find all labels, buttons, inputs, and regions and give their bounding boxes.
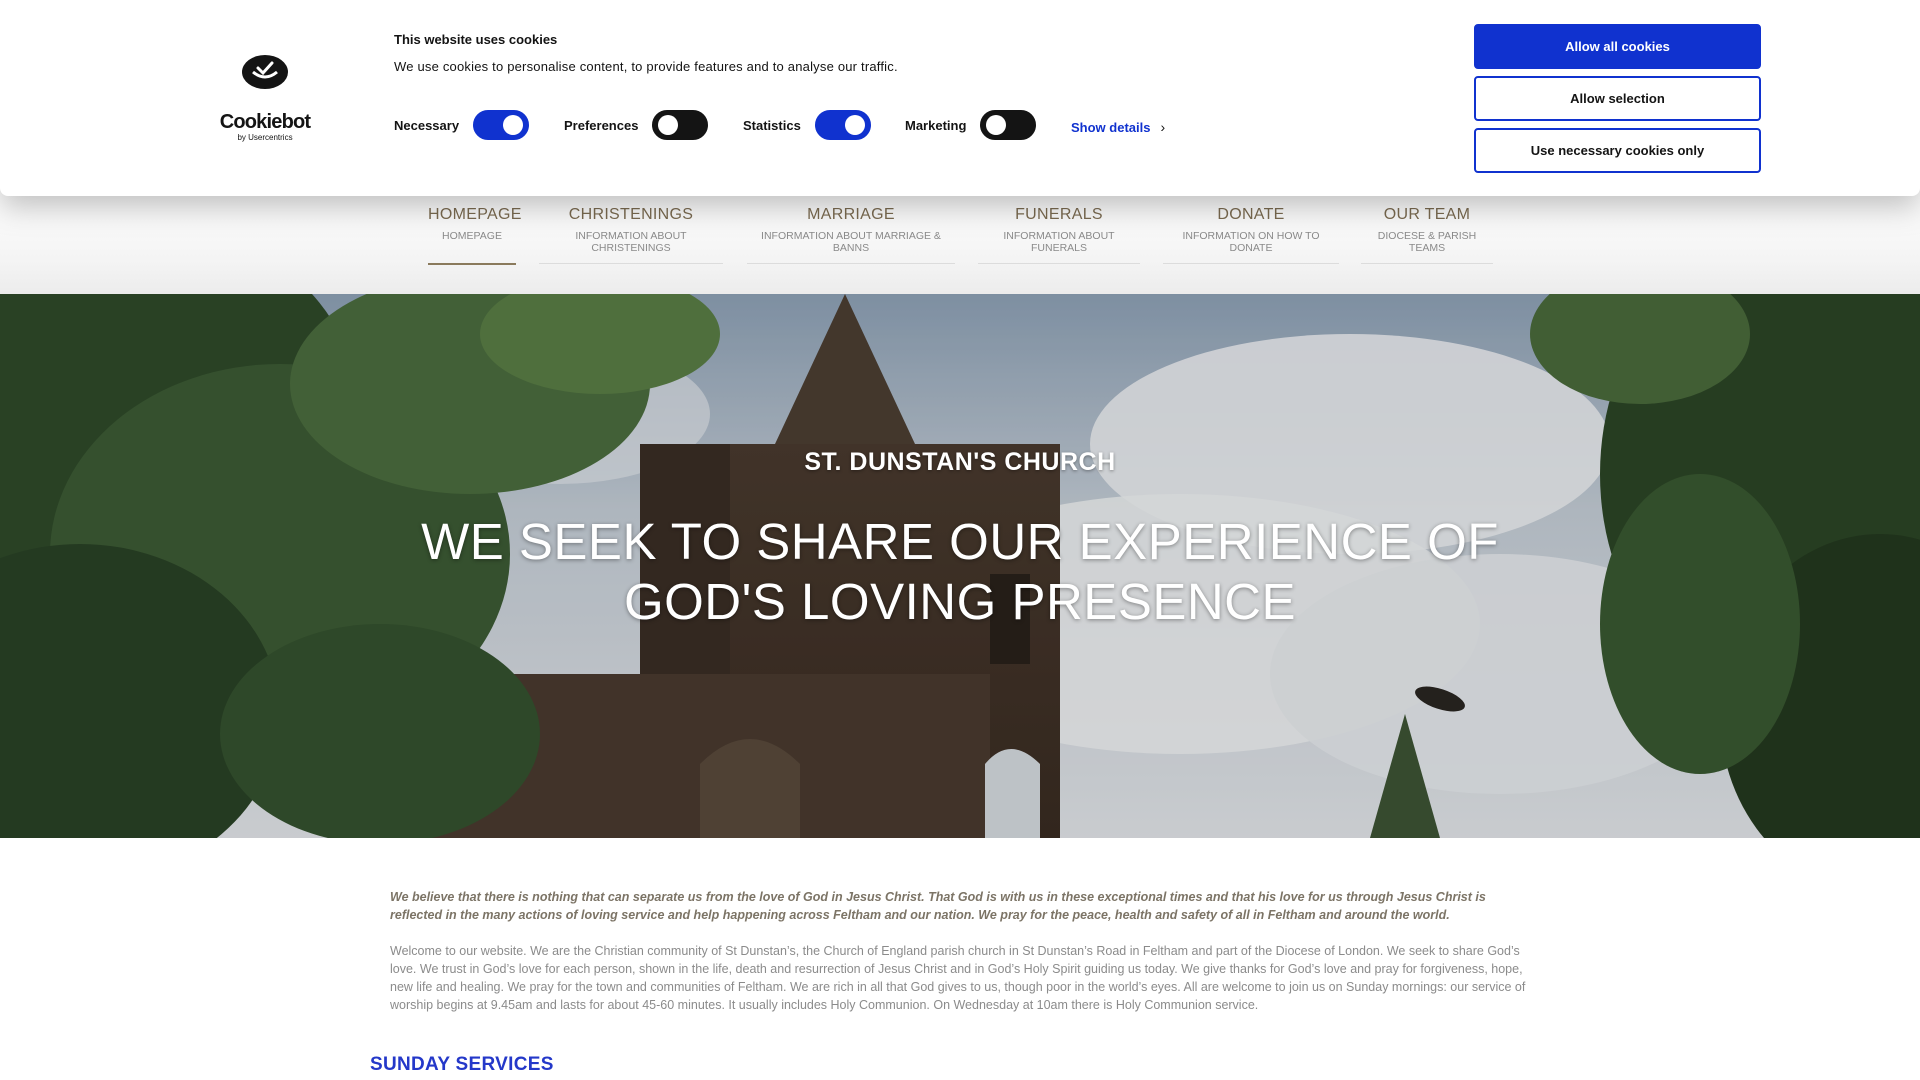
switch-knob	[658, 115, 679, 135]
toggle-label: Necessary	[394, 117, 460, 133]
nav-subtitle: INFORMATION ABOUT CHRISTENINGS	[575, 230, 687, 254]
nav-item-our-team[interactable]: OUR TEAM DIOCESE & PARISH TEAMS	[1361, 206, 1493, 264]
nav-item-marriage[interactable]: MARRIAGE INFORMATION ABOUT MARRIAGE & BA…	[747, 206, 955, 264]
necessary-switch[interactable]	[473, 110, 530, 140]
allow-selection-button[interactable]: Allow selection	[1474, 76, 1761, 121]
intro-statement: We believe that there is nothing that ca…	[390, 890, 1486, 922]
cookiebot-logo-text: Cookiebot	[219, 111, 311, 133]
nav-subtitle: HOMEPAGE	[442, 230, 502, 242]
hero-subtitle: ST. DUNSTAN'S CHURCH	[804, 448, 1116, 476]
preferences-switch[interactable]	[652, 110, 709, 140]
show-details-label: Show details	[1071, 120, 1151, 135]
toggle-preferences: Preferences	[564, 110, 709, 140]
toggle-marketing: Marketing	[905, 110, 1037, 140]
nav-title: DONATE	[1217, 206, 1285, 223]
cookiebot-logo-subtext: by Usercentrics	[237, 133, 293, 142]
toggle-statistics: Statistics	[743, 110, 871, 140]
switch-knob	[986, 115, 1007, 135]
cookie-banner-description: We use cookies to personalise content, t…	[394, 59, 898, 74]
toggle-necessary: Necessary	[394, 110, 530, 140]
cookiebot-logo: Cookiebot by Usercentrics	[219, 52, 311, 174]
allow-all-cookies-button[interactable]: Allow all cookies	[1474, 24, 1761, 69]
hero-title: WE SEEK TO SHARE OUR EXPERIENCE OF GOD'S…	[421, 513, 1499, 630]
nav-subtitle: INFORMATION ABOUT FUNERALS	[1003, 230, 1115, 254]
intro-paragraph: Welcome to our website. We are the Chris…	[390, 944, 1526, 1012]
nav-item-christenings[interactable]: CHRISTENINGS INFORMATION ABOUT CHRISTENI…	[539, 206, 723, 264]
statistics-switch[interactable]	[814, 110, 871, 140]
nav-item-funerals[interactable]: FUNERALS INFORMATION ABOUT FUNERALS	[978, 206, 1140, 264]
toggle-label: Preferences	[564, 117, 639, 133]
cookie-banner-title: This website uses cookies	[394, 32, 558, 47]
show-details-link[interactable]: Show details ›	[1071, 119, 1165, 135]
cookiebot-logo-icon	[242, 55, 288, 89]
sunday-services-heading: SUNDAY SERVICES	[370, 1054, 554, 1075]
necessary-cookies-only-button[interactable]: Use necessary cookies only	[1474, 128, 1761, 173]
hero-banner: ST. DUNSTAN'S CHURCH WE SEEK TO SHARE OU…	[0, 294, 1920, 838]
nav-title: CHRISTENINGS	[568, 206, 694, 223]
marketing-switch[interactable]	[980, 110, 1037, 140]
nav-item-homepage[interactable]: HOMEPAGE HOMEPAGE	[428, 206, 522, 265]
nav-title: FUNERALS	[1015, 206, 1103, 223]
switch-knob	[503, 115, 524, 135]
nav-title: HOMEPAGE	[428, 206, 522, 223]
nav-title: OUR TEAM	[1383, 206, 1471, 223]
main-content: We believe that there is nothing that ca…	[390, 888, 1528, 1014]
toggle-label: Marketing	[905, 117, 967, 133]
chevron-right-icon: ›	[1160, 119, 1166, 135]
nav-item-donate[interactable]: DONATE INFORMATION ON HOW TO DONATE	[1163, 206, 1339, 264]
cookie-consent-banner: Cookiebot by Usercentrics This website u…	[0, 0, 1920, 196]
nav-subtitle: INFORMATION ON HOW TO DONATE	[1182, 230, 1320, 254]
nav-subtitle: INFORMATION ABOUT MARRIAGE & BANNS	[761, 230, 941, 254]
nav-title: MARRIAGE	[807, 206, 895, 223]
switch-knob	[844, 115, 865, 135]
toggle-label: Statistics	[743, 117, 801, 133]
nav-subtitle: DIOCESE & PARISH TEAMS	[1377, 230, 1477, 254]
